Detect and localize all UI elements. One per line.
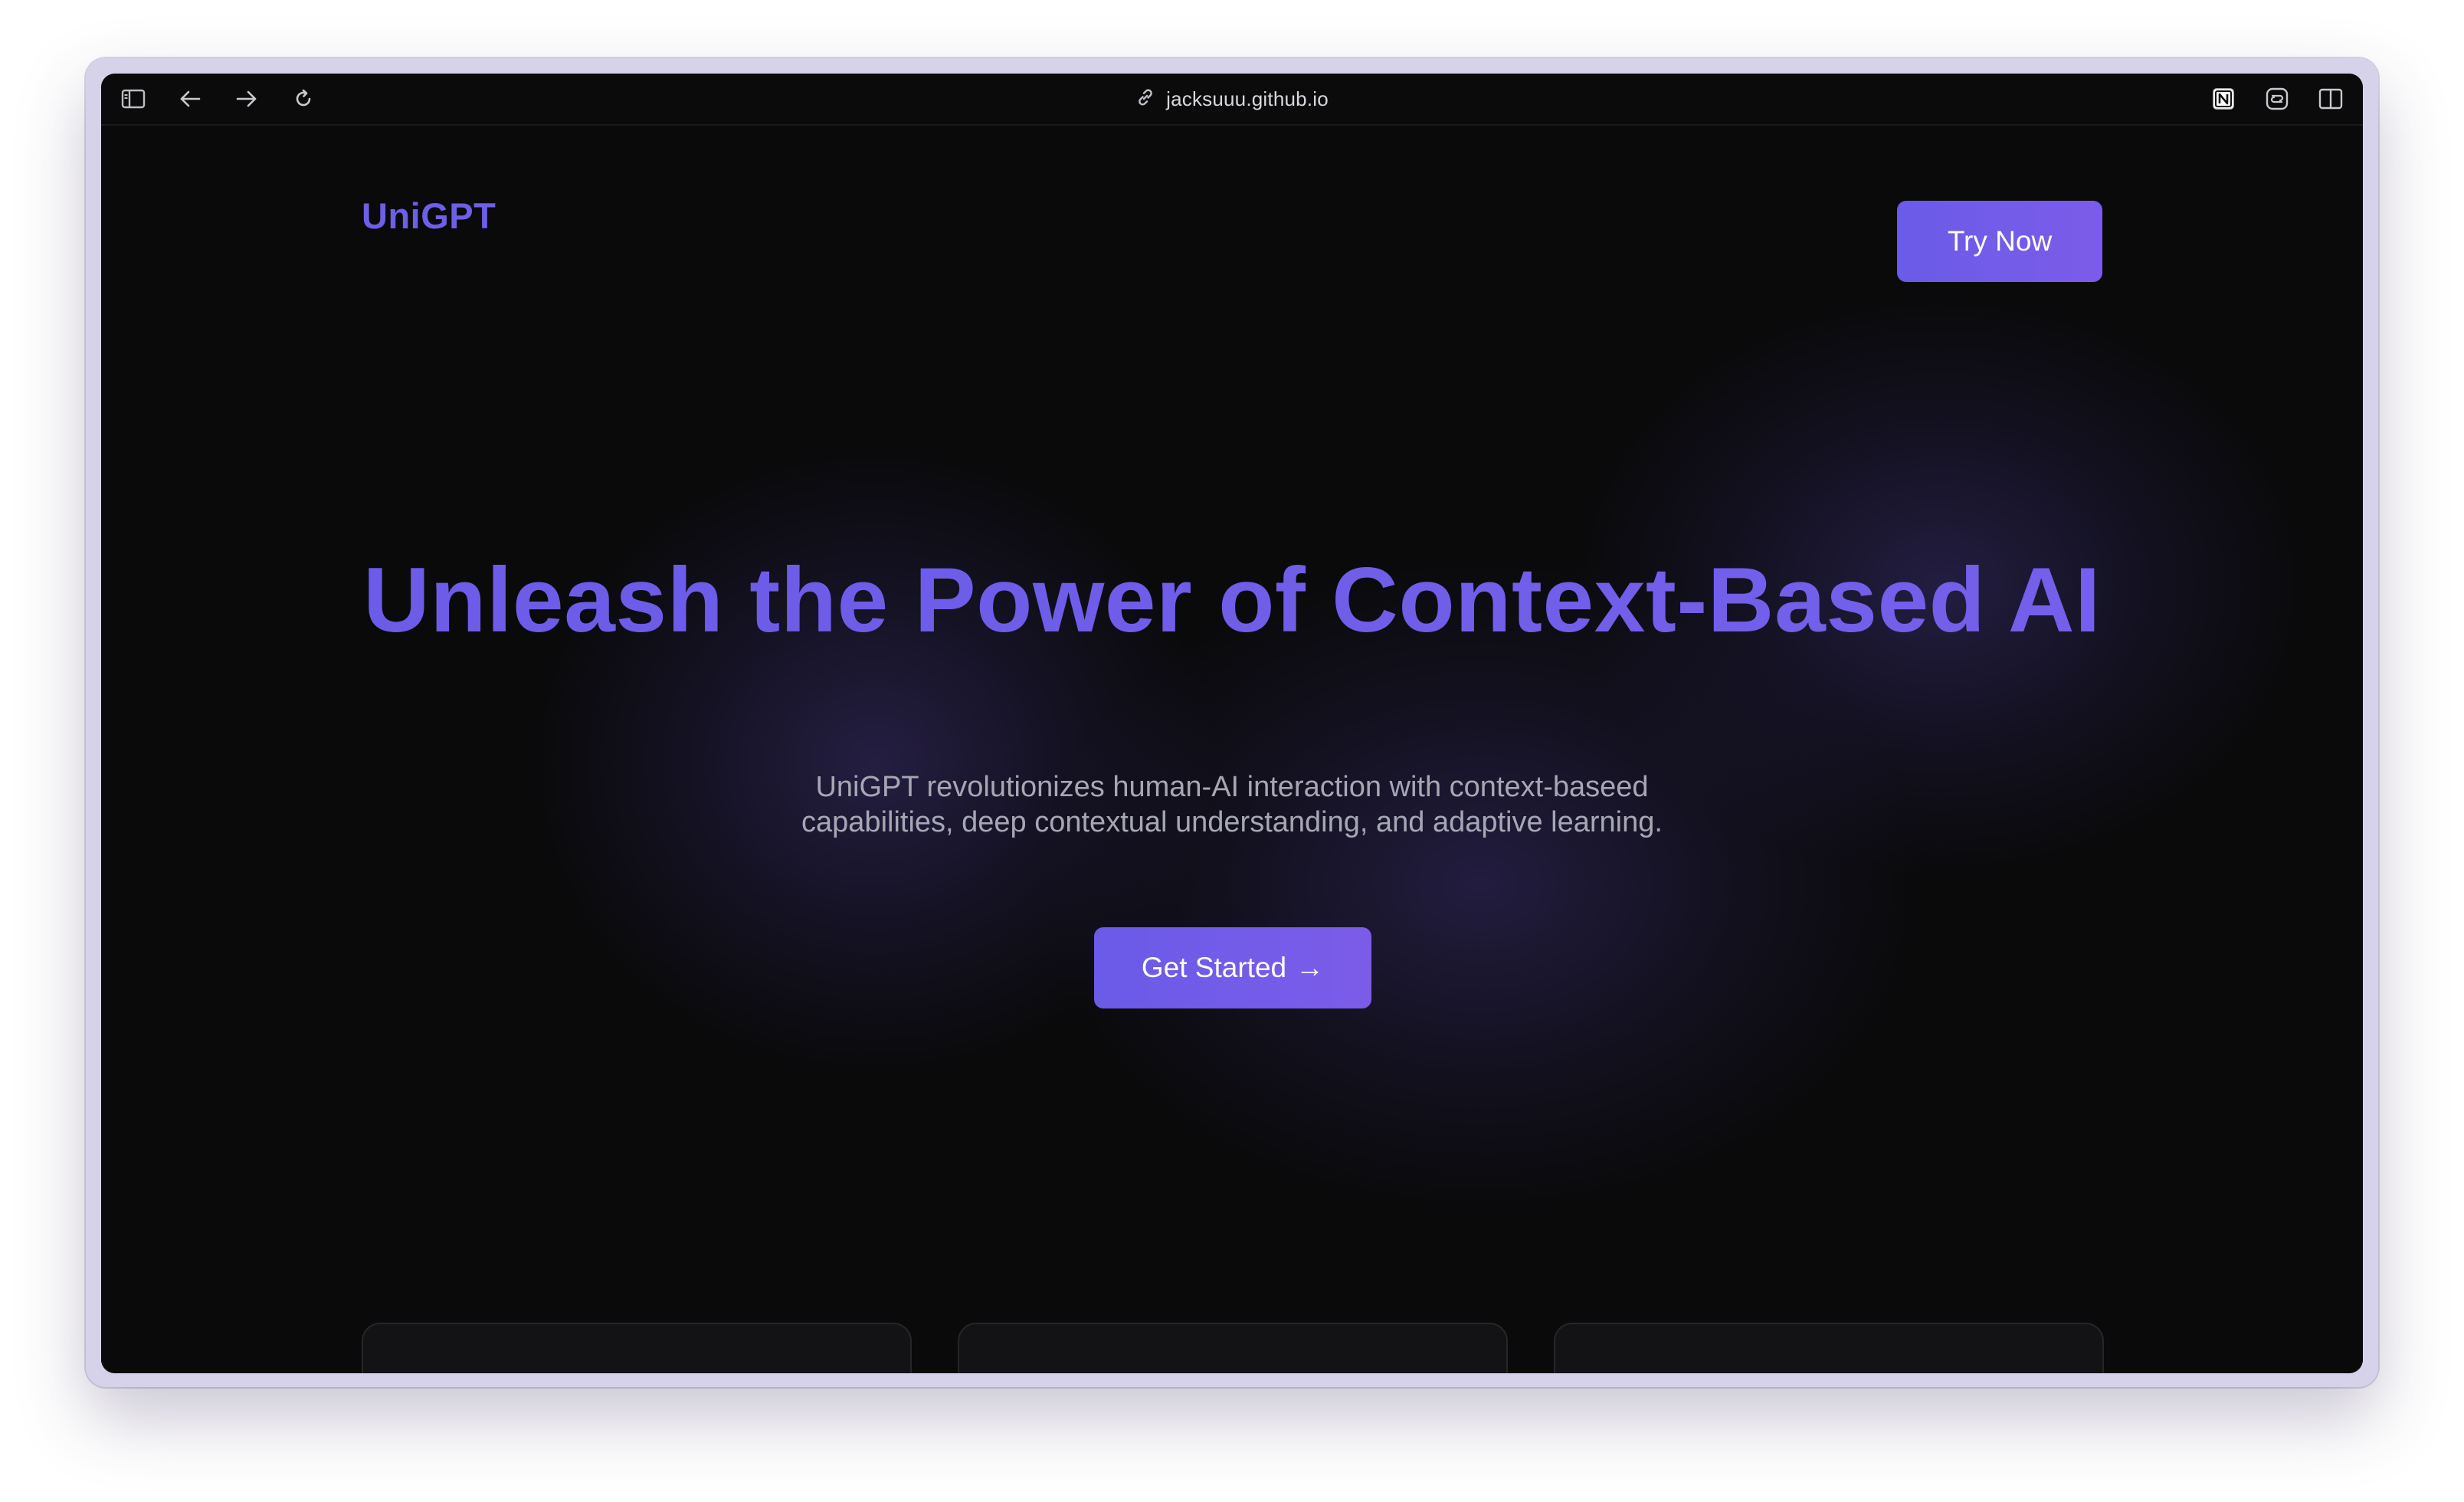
reload-button[interactable] [287,82,320,116]
address-bar[interactable]: jacksuuu.github.io [1135,87,1329,111]
link-icon [1135,87,1155,111]
get-started-label: Get Started [1141,952,1287,983]
hero-subtitle: UniGPT revolutionizes human-AI interacti… [801,771,1663,838]
arrow-right-icon: → [1296,952,1325,983]
split-view-button[interactable] [2314,82,2348,116]
desktop: jacksuuu.github.io UniGPT Try Now Unleas… [0,0,2464,1502]
sidebar-icon [121,89,146,109]
get-started-button[interactable]: Get Started → [1094,927,1371,1008]
browser-toolbar: jacksuuu.github.io [101,74,2363,126]
reload-icon [293,88,314,110]
toolbar-right-group [2207,74,2348,124]
extension-icon [2265,87,2289,111]
web-page: UniGPT Try Now Unleash the Power of Cont… [101,126,2363,1373]
split-view-icon [2318,88,2343,110]
arrow-left-icon [179,89,202,109]
toolbar-left-group [116,74,320,124]
hero-title: Unleash the Power of Context-Based AI [101,547,2363,653]
back-button[interactable] [173,82,207,116]
arrow-right-icon [235,89,258,109]
background-glow [1036,555,1925,1214]
feature-card [958,1323,1508,1373]
forward-button[interactable] [230,82,264,116]
feature-card [1554,1323,2104,1373]
sidebar-toggle-button[interactable] [116,82,150,116]
site-logo[interactable]: UniGPT [362,195,496,237]
browser-window: jacksuuu.github.io UniGPT Try Now Unleas… [101,74,2363,1373]
feature-card [362,1323,912,1373]
try-now-button[interactable]: Try Now [1897,201,2102,282]
notion-icon [2211,87,2236,111]
notion-extension-button[interactable] [2207,82,2240,116]
extension-button[interactable] [2260,82,2294,116]
feature-cards [362,1323,2104,1373]
address-bar-container: jacksuuu.github.io [101,74,2363,124]
address-url: jacksuuu.github.io [1166,87,1329,110]
